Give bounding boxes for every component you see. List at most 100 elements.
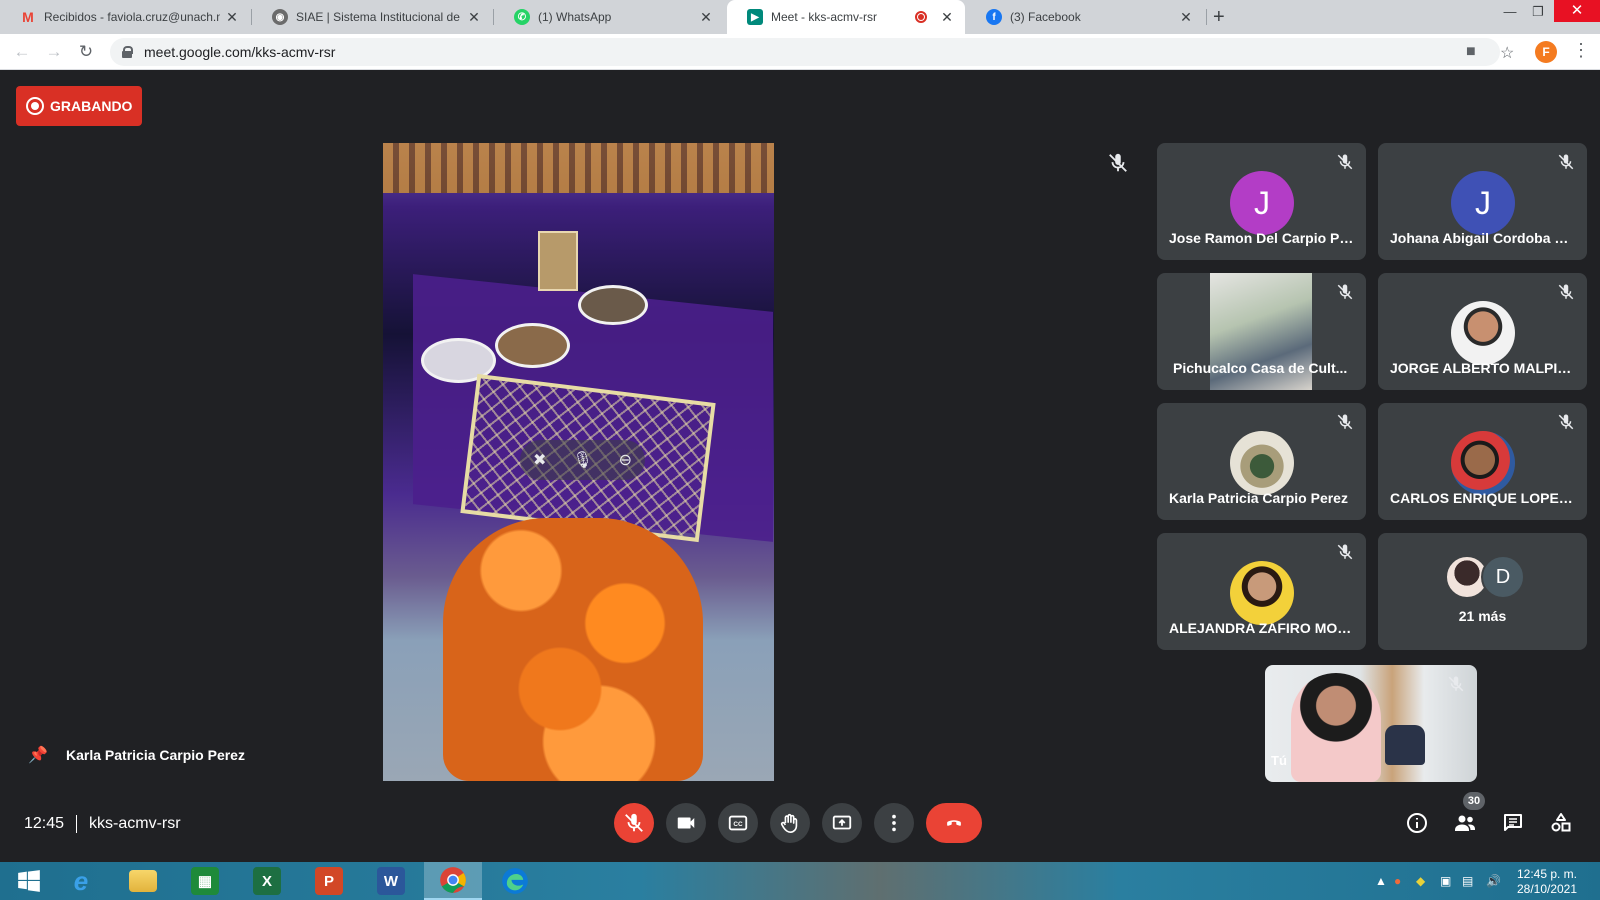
pinned-name: Karla Patricia Carpio Perez bbox=[66, 747, 245, 763]
video-decoration bbox=[443, 518, 703, 781]
tab-meet[interactable]: ▶ Meet - kks-acmv-rsr ✕ bbox=[727, 0, 965, 34]
more-options-button[interactable] bbox=[874, 803, 914, 843]
back-icon[interactable]: ← bbox=[12, 42, 32, 62]
forward-icon[interactable]: → bbox=[44, 42, 64, 62]
more-participants-tile[interactable]: D 21 más bbox=[1378, 533, 1587, 650]
mic-off-icon bbox=[1557, 283, 1575, 301]
participant-name: CARLOS ENRIQUE LOPEZ ... bbox=[1390, 490, 1575, 506]
remove-icon[interactable]: ⊖ bbox=[619, 450, 632, 470]
avatar: J bbox=[1230, 171, 1294, 235]
taskbar-excel[interactable]: X bbox=[238, 862, 296, 900]
main-video[interactable]: ✖ 🎙 ⊖ bbox=[383, 143, 774, 781]
mic-off-icon bbox=[625, 813, 643, 832]
internet-explorer-icon: e bbox=[73, 865, 89, 896]
close-tab-icon[interactable]: ✕ bbox=[1178, 9, 1194, 26]
bookmark-star-icon[interactable]: ☆ bbox=[1500, 43, 1514, 63]
taskbar-clock[interactable]: 12:45 p. m. 28/10/2021 bbox=[1512, 867, 1582, 897]
avatar bbox=[1230, 431, 1294, 495]
network-icon[interactable]: ▣ bbox=[1440, 874, 1451, 888]
reload-icon[interactable]: ↻ bbox=[76, 42, 96, 62]
taskbar-powerpoint[interactable]: P bbox=[300, 862, 358, 900]
captions-button[interactable]: CC bbox=[718, 803, 758, 843]
video-decoration bbox=[538, 231, 578, 291]
svg-text:CC: CC bbox=[733, 821, 743, 828]
tray-app-icon[interactable]: ● bbox=[1394, 874, 1401, 888]
browser-menu-icon[interactable]: ⋮ bbox=[1572, 40, 1590, 61]
taskbar-internet-explorer[interactable]: e bbox=[52, 862, 110, 900]
taskbar-edge[interactable] bbox=[486, 862, 544, 900]
activities-icon bbox=[1551, 813, 1571, 832]
more-participants-label: 21 más bbox=[1458, 608, 1507, 624]
meeting-time: 12:45 bbox=[24, 815, 65, 832]
taskbar-file-explorer[interactable] bbox=[114, 862, 172, 900]
raise-hand-button[interactable] bbox=[770, 803, 810, 843]
taskbar-word[interactable]: W bbox=[362, 862, 420, 900]
avatar: D bbox=[1481, 555, 1525, 599]
edge-icon bbox=[502, 868, 528, 894]
close-tab-icon[interactable]: ✕ bbox=[466, 9, 482, 26]
tab-siae[interactable]: ◉ SIAE | Sistema Institucional de Ad ✕ bbox=[252, 0, 492, 34]
restore-icon[interactable]: ❐ bbox=[1524, 4, 1552, 20]
taskbar-chrome[interactable] bbox=[424, 862, 482, 900]
pin-icon[interactable]: 📌 bbox=[28, 745, 48, 765]
close-tab-icon[interactable]: ✕ bbox=[224, 9, 240, 26]
present-screen-button[interactable] bbox=[822, 803, 862, 843]
info-icon bbox=[1407, 813, 1427, 833]
mic-off-icon bbox=[1336, 153, 1354, 171]
participant-tile[interactable]: Pichucalco Casa de Cult... bbox=[1157, 273, 1366, 390]
windows-start-button[interactable] bbox=[0, 862, 58, 900]
windows-taskbar: e ▦ X P W ▲ ● ◆ ▣ ▤ 🔊 bbox=[0, 862, 1600, 900]
mic-off-icon bbox=[1336, 413, 1354, 431]
wifi-icon[interactable]: ▤ bbox=[1462, 874, 1473, 888]
tab-title: SIAE | Sistema Institucional de Ad bbox=[296, 10, 462, 24]
mute-icon[interactable]: 🎙 bbox=[572, 450, 592, 470]
participant-tile[interactable]: CARLOS ENRIQUE LOPEZ ... bbox=[1378, 403, 1587, 520]
mic-off-icon bbox=[1447, 675, 1465, 693]
clock-time: 12:45 p. m. bbox=[1516, 867, 1578, 881]
participants-button[interactable] bbox=[1450, 808, 1480, 838]
tab-facebook[interactable]: f (3) Facebook ✕ bbox=[966, 0, 1204, 34]
mic-off-icon bbox=[1336, 543, 1354, 561]
leave-call-button[interactable] bbox=[926, 803, 982, 843]
self-view-tile[interactable]: Tú bbox=[1265, 665, 1477, 782]
close-tab-icon[interactable]: ✕ bbox=[939, 9, 955, 26]
participant-name: Karla Patricia Carpio Perez bbox=[1169, 490, 1348, 506]
participant-tile[interactable]: ALEJANDRA ZAFIRO MOR... bbox=[1157, 533, 1366, 650]
meeting-details-button[interactable] bbox=[1402, 808, 1432, 838]
microphone-toggle-button[interactable] bbox=[614, 803, 654, 843]
participant-name: Johana Abigail Cordoba H... bbox=[1390, 230, 1575, 246]
excel-icon: X bbox=[253, 867, 281, 895]
video-decoration bbox=[1385, 725, 1425, 765]
show-hidden-icons[interactable]: ▲ bbox=[1375, 874, 1387, 888]
recording-badge[interactable]: GRABANDO bbox=[16, 86, 142, 126]
url-field[interactable]: meet.google.com/kks-acmv-rsr bbox=[110, 38, 1500, 66]
participant-tile[interactable]: J Johana Abigail Cordoba H... bbox=[1378, 143, 1587, 260]
participant-tile[interactable]: JORGE ALBERTO MALPIC... bbox=[1378, 273, 1587, 390]
avatar: J bbox=[1451, 171, 1515, 235]
chat-button[interactable] bbox=[1498, 808, 1528, 838]
camera-icon[interactable]: ■ bbox=[1466, 43, 1476, 61]
participant-tile[interactable]: J Jose Ramon Del Carpio Pe... bbox=[1157, 143, 1366, 260]
activities-button[interactable] bbox=[1546, 808, 1576, 838]
tray-app-icon[interactable]: ◆ bbox=[1416, 874, 1425, 888]
window-close-button[interactable]: ✕ bbox=[1554, 0, 1600, 22]
new-tab-button[interactable]: + bbox=[1213, 6, 1225, 29]
tab-gmail[interactable]: M Recibidos - faviola.cruz@unach.m ✕ bbox=[0, 0, 250, 34]
tab-whatsapp[interactable]: ✆ (1) WhatsApp ✕ bbox=[494, 0, 724, 34]
participant-tile[interactable]: Karla Patricia Carpio Perez bbox=[1157, 403, 1366, 520]
close-tab-icon[interactable]: ✕ bbox=[698, 9, 714, 26]
tile-hover-controls: ✖ 🎙 ⊖ bbox=[520, 440, 645, 480]
address-bar: ← → ↻ meet.google.com/kks-acmv-rsr ■ ☆ F… bbox=[0, 34, 1600, 70]
video-decoration bbox=[578, 285, 648, 325]
minimize-icon[interactable]: — bbox=[1496, 4, 1524, 19]
video-camera-icon bbox=[677, 817, 695, 829]
tab-separator bbox=[1206, 9, 1207, 25]
profile-avatar[interactable]: F bbox=[1535, 41, 1557, 63]
pinned-participant-label: 📌 Karla Patricia Carpio Perez bbox=[28, 745, 245, 765]
word-icon: W bbox=[377, 867, 405, 895]
lock-icon bbox=[122, 46, 133, 58]
camera-toggle-button[interactable] bbox=[666, 803, 706, 843]
taskbar-store[interactable]: ▦ bbox=[176, 862, 234, 900]
volume-icon[interactable]: 🔊 bbox=[1486, 874, 1501, 888]
unpin-icon[interactable]: ✖ bbox=[533, 450, 546, 470]
